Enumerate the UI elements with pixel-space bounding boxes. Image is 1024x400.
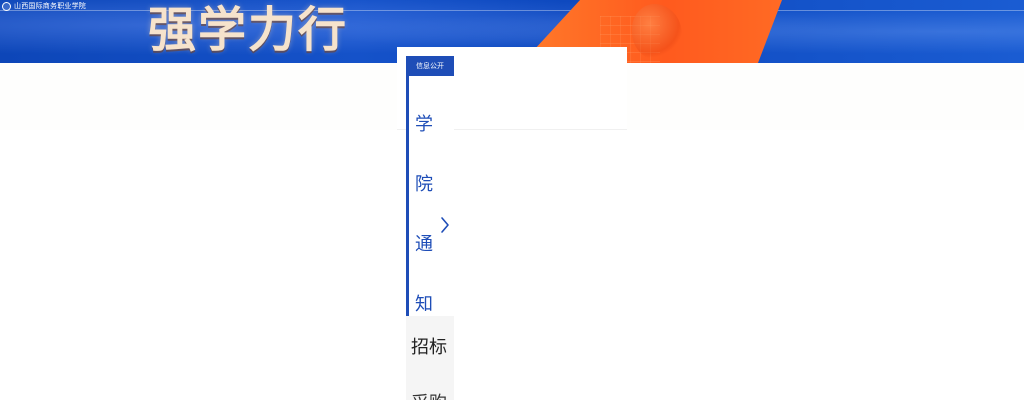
nav-item-char: 院 <box>415 174 433 195</box>
chevron-right-icon <box>441 217 449 233</box>
nav-item-college-notice[interactable]: 学 院 通 知 <box>406 76 454 316</box>
nav-item-char: 通 <box>415 234 433 255</box>
nav-item-label-continued: 采购 <box>411 392 454 400</box>
school-logo[interactable]: 山西国际商务职业学院 <box>2 1 86 11</box>
nav-item-tender[interactable]: 招标 采购 <box>406 316 454 400</box>
vertical-nav: 信息公开 学 院 通 知 招标 采购 <box>406 56 454 400</box>
school-seal-icon <box>2 1 11 11</box>
nav-item-label: 招标 <box>411 337 447 358</box>
nav-header: 信息公开 <box>406 56 454 76</box>
banner-slogan: 强学力行 <box>148 2 349 58</box>
page: 山西国际商务职业学院 强学力行 信息公开 学 院 通 知 招标 采购 <box>0 0 1024 400</box>
school-name: 山西国际商务职业学院 <box>14 1 86 10</box>
nav-item-char: 知 <box>415 294 433 315</box>
nav-item-char: 学 <box>415 114 433 135</box>
